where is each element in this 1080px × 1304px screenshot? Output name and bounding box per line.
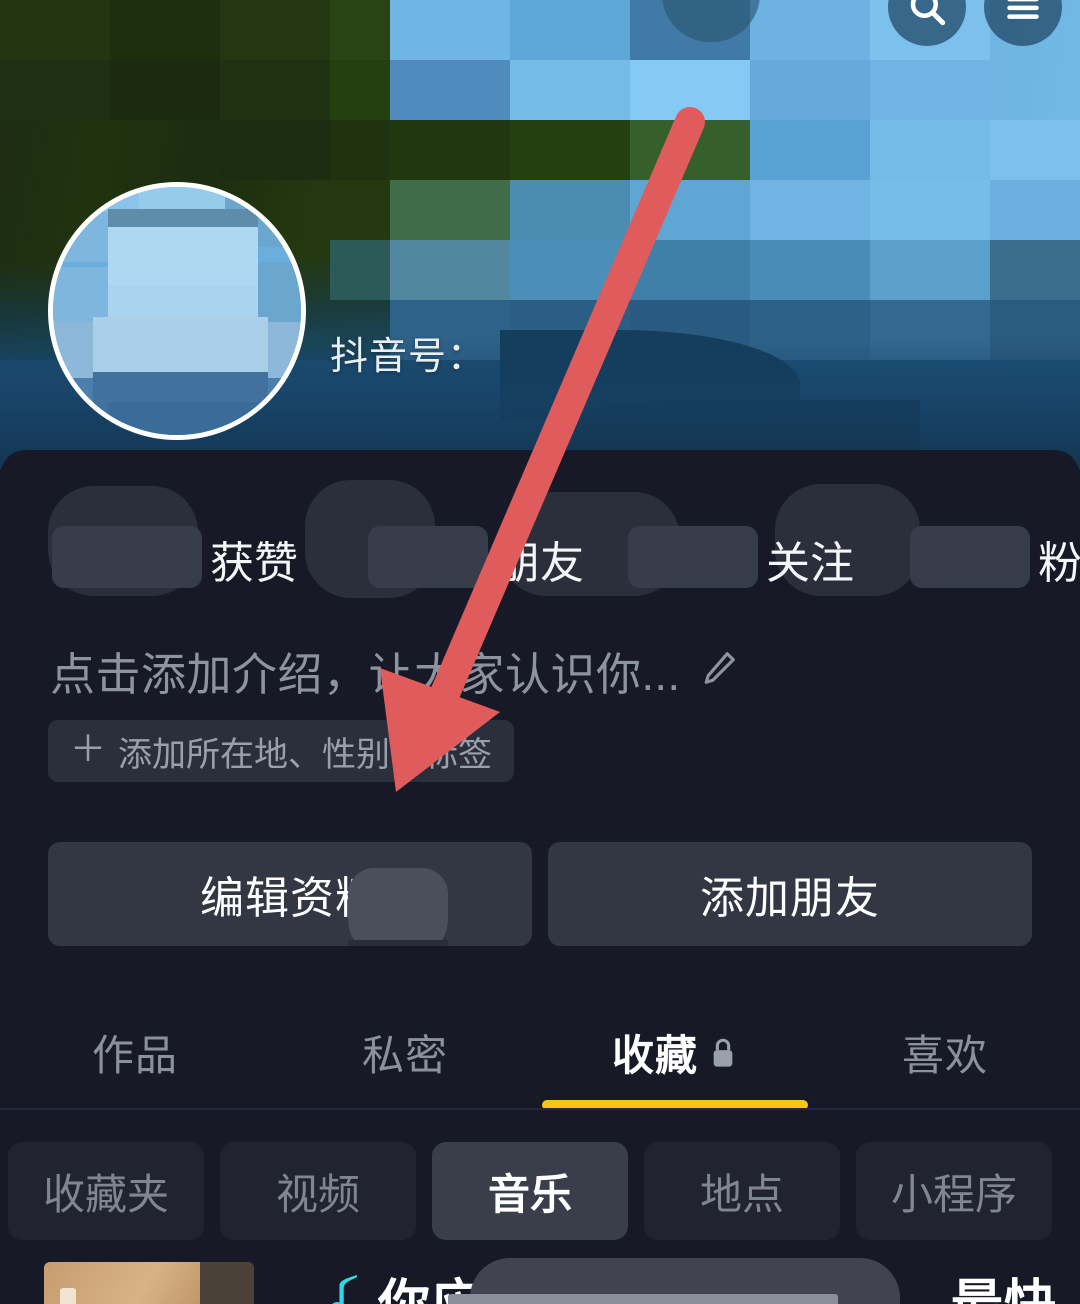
stat-fans-label: 粉丝 [1038, 538, 1080, 588]
stat-likes[interactable]: 获赞 [52, 516, 298, 591]
tabs-divider [0, 1108, 1080, 1110]
douyin-profile-screen: 抖音号： 获赞 朋友 关注 粉丝 [0, 0, 1080, 1304]
action-buttons-row: 编辑资料 添加朋友 [48, 842, 1032, 946]
stat-friends-label: 朋友 [496, 538, 584, 588]
stat-fans-value [910, 525, 1030, 588]
thumb-detail-lamp [60, 1288, 76, 1304]
edit-profile-redaction [348, 868, 448, 946]
tab-works-label: 作品 [91, 1031, 178, 1079]
chip-collections-label: 收藏夹 [42, 1170, 169, 1218]
plus-icon: ＋ [70, 728, 107, 769]
chip-video-label: 视频 [275, 1170, 360, 1218]
douyin-id-label: 抖音号： [330, 336, 487, 378]
stat-following-label: 关注 [766, 538, 854, 588]
tab-private[interactable]: 私密 [270, 998, 540, 1106]
tab-works[interactable]: 作品 [0, 998, 270, 1106]
stats-row: 获赞 朋友 关注 粉丝 [0, 498, 1080, 608]
lock-icon [708, 1036, 738, 1075]
profile-tabs: 作品 私密 收藏 喜欢 [0, 998, 1080, 1110]
stat-following[interactable]: 关注 [628, 516, 854, 591]
music-title-suffix: 最快 [951, 1262, 1057, 1304]
stat-fans[interactable]: 粉丝 [910, 516, 1080, 591]
music-title-redaction-bar [448, 1294, 838, 1304]
douyin-id[interactable]: 抖音号： [330, 325, 486, 380]
album-cover-thumbnail [44, 1262, 254, 1304]
bio-row[interactable]: 点击添加介绍，让大家认识你... [50, 638, 741, 703]
add-tag-button[interactable]: ＋ 添加所在地、性别等标签 [48, 720, 515, 782]
filter-chips-row: 收藏夹 视频 音乐 地点 小程序 [8, 1142, 1080, 1240]
music-list-item[interactable]: 你应该 最快 [0, 1258, 1080, 1304]
bio-placeholder: 点击添加介绍，让大家认识你... [50, 649, 681, 700]
avatar-image [48, 182, 306, 440]
chip-miniprogram[interactable]: 小程序 [856, 1142, 1052, 1240]
tab-favorites[interactable]: 收藏 [540, 998, 810, 1110]
tab-likes-label: 喜欢 [901, 1031, 988, 1079]
thumb-detail-edge [200, 1262, 254, 1304]
stat-likes-label: 获赞 [210, 538, 298, 588]
search-icon [906, 0, 948, 28]
chip-collections[interactable]: 收藏夹 [8, 1142, 204, 1240]
stat-friends-value [368, 525, 488, 588]
chip-music[interactable]: 音乐 [432, 1142, 628, 1240]
music-note-icon [330, 1274, 364, 1304]
profile-info-panel: 获赞 朋友 关注 粉丝 点击添加介绍，让大家认识你... [0, 450, 1080, 1304]
add-friend-label: 添加朋友 [700, 874, 880, 923]
pencil-edit-icon [697, 646, 741, 695]
chip-miniprogram-label: 小程序 [890, 1170, 1017, 1218]
top-action-bar [888, 0, 1062, 46]
avatar[interactable] [48, 182, 306, 440]
tab-likes[interactable]: 喜欢 [810, 998, 1080, 1106]
chip-music-label: 音乐 [487, 1170, 572, 1218]
chip-location-label: 地点 [699, 1170, 784, 1218]
stat-friends[interactable]: 朋友 [368, 516, 584, 591]
menu-button[interactable] [984, 0, 1062, 46]
add-tag-label: 添加所在地、性别等标签 [118, 735, 493, 774]
edit-profile-button[interactable]: 编辑资料 [48, 842, 532, 946]
search-button[interactable] [888, 0, 966, 46]
tab-favorites-label: 收藏 [611, 1031, 698, 1079]
chip-video[interactable]: 视频 [220, 1142, 416, 1240]
add-friend-button[interactable]: 添加朋友 [548, 842, 1032, 946]
chip-location[interactable]: 地点 [644, 1142, 840, 1240]
stat-likes-value [52, 525, 202, 588]
hamburger-menu-icon [1002, 0, 1044, 28]
stat-following-value [628, 525, 758, 588]
tab-private-label: 私密 [361, 1031, 448, 1079]
